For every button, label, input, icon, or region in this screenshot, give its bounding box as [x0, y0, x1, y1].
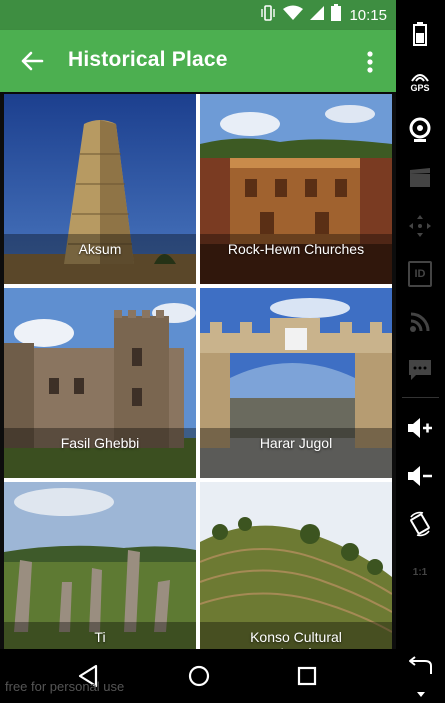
status-bar: 10:15: [0, 0, 396, 30]
sidebar-divider: [402, 397, 439, 398]
navigation-bar: [0, 649, 396, 703]
camera-icon: [409, 117, 431, 142]
place-card-konso[interactable]: Konso Cultural Land: [200, 482, 392, 649]
place-label: Fasil Ghebbi: [4, 428, 196, 478]
battery-icon: [413, 22, 427, 46]
place-card-tiya[interactable]: Ti: [4, 482, 196, 649]
place-label: Konso Cultural Land: [200, 622, 392, 649]
gps-label: GPS: [410, 83, 430, 93]
place-card-harar-jugol[interactable]: Harar Jugol: [200, 288, 392, 478]
rotate-button[interactable]: [404, 508, 436, 540]
clapper-icon: [410, 168, 430, 187]
overflow-menu-button[interactable]: [358, 48, 382, 76]
scale-button[interactable]: 1:1: [404, 556, 436, 588]
sms-icon: [409, 360, 431, 380]
places-grid: Aksum Rock-Hewn Churches Fasil Ghebbi Ha…: [4, 94, 392, 649]
volume-down-button[interactable]: [404, 460, 436, 492]
place-label: Rock-Hewn Churches: [200, 234, 392, 284]
id-label: ID: [414, 268, 426, 280]
camera-button[interactable]: [404, 114, 436, 146]
device-screen: 10:15 Historical Place Aksum Rock-Hewn C…: [0, 0, 396, 703]
status-time: 10:15: [349, 6, 387, 24]
screenrecord-button[interactable]: [404, 162, 436, 194]
emulator-back-button[interactable]: [404, 650, 436, 682]
battery-icon: [331, 4, 342, 26]
nav-recents-button[interactable]: [292, 661, 322, 691]
place-label: Harar Jugol: [200, 428, 392, 478]
arrow-left-icon: [21, 51, 44, 71]
back-arrow-icon: [409, 656, 432, 674]
identity-button[interactable]: ID: [404, 258, 436, 290]
place-card-fasil-ghebbi[interactable]: Fasil Ghebbi: [4, 288, 196, 478]
volume-up-button[interactable]: [404, 412, 436, 444]
app-bar: Historical Place: [0, 30, 396, 92]
gps-icon: [411, 74, 429, 82]
signal-icon: [309, 5, 325, 26]
dpad-button[interactable]: [404, 210, 436, 242]
scroll-down-indicator[interactable]: [417, 692, 425, 697]
volume-down-icon: [408, 466, 432, 486]
rotate-icon: [410, 511, 430, 537]
volume-up-icon: [408, 418, 432, 438]
recents-square-icon: [297, 666, 317, 686]
more-vert-icon: [367, 51, 373, 73]
wifi-icon: [283, 5, 304, 26]
place-label: Aksum: [4, 234, 196, 284]
vibrate-icon: [259, 4, 277, 26]
nav-home-button[interactable]: [184, 661, 214, 691]
ratio-label: 1:1: [412, 566, 428, 578]
rss-icon: [410, 312, 430, 332]
move-icon: [409, 215, 431, 237]
place-card-aksum[interactable]: Aksum: [4, 94, 196, 284]
id-icon: ID: [408, 261, 432, 287]
place-label: Ti: [4, 622, 196, 649]
sms-button[interactable]: [404, 354, 436, 386]
scale-icon: 1:1: [413, 567, 427, 578]
battery-button[interactable]: [404, 18, 436, 50]
place-card-rock-hewn-churches[interactable]: Rock-Hewn Churches: [200, 94, 392, 284]
home-circle-icon: [188, 665, 210, 687]
network-button[interactable]: [404, 306, 436, 338]
back-button[interactable]: [16, 45, 48, 77]
page-title: Historical Place: [68, 48, 228, 71]
gps-button[interactable]: GPS: [404, 66, 436, 98]
watermark-text: free for personal use: [5, 679, 125, 694]
emulator-sidebar: GPS ID 1:1: [396, 0, 445, 703]
